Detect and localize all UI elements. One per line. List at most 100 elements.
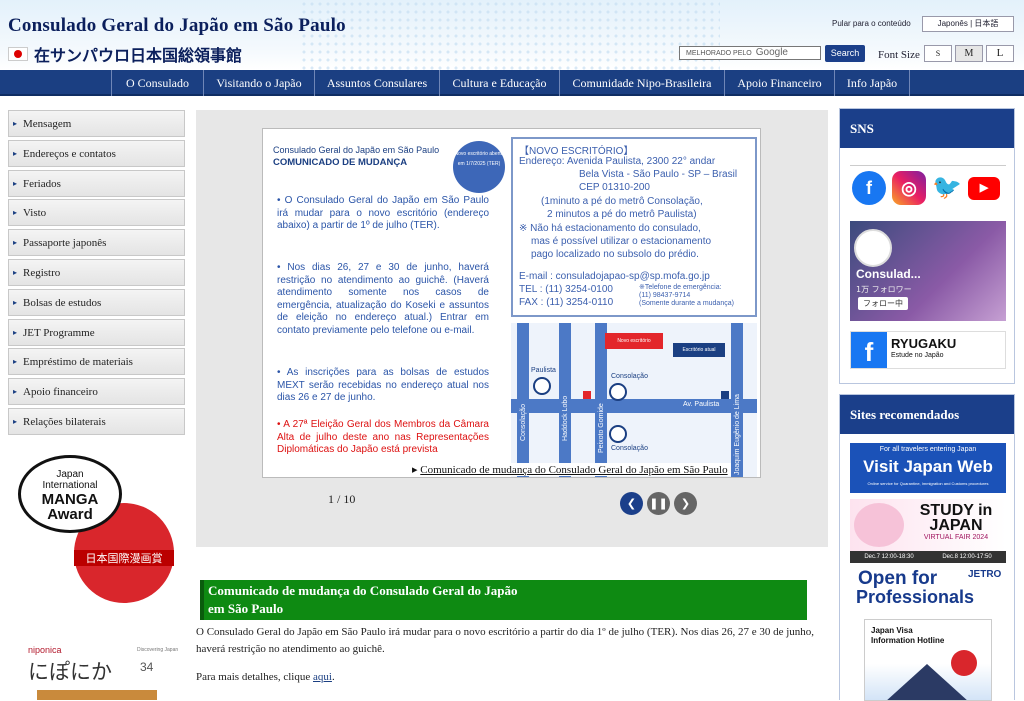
ryugaku-title: RYUGAKU <box>891 336 957 351</box>
map-avenue-label: Av. Paulista <box>683 401 720 408</box>
map-road-paulista <box>511 399 757 413</box>
font-size-medium-button[interactable]: M <box>955 45 983 62</box>
banner-text: VIRTUAL FAIR 2024 <box>923 534 989 541</box>
sidebar: Mensagem Endereços e contatos Feriados V… <box>8 110 185 438</box>
slide-paragraph-2: • Nos dias 26, 27 e 30 de junho, haverá … <box>277 262 489 336</box>
next-slide-button[interactable]: ❯ <box>674 492 697 515</box>
news-more-link[interactable]: aqui <box>313 671 332 683</box>
recommended-panel: Sites recomendados For all travelers ent… <box>839 394 1015 701</box>
slide-badge: Novo escritório aberto em 1/7/2025 (TER) <box>453 141 505 193</box>
banner-title: Open for <box>858 568 938 589</box>
search-button[interactable]: Search <box>825 45 865 62</box>
nav-info-japao[interactable]: Info Japão <box>834 70 910 96</box>
slide-pager: 1 / 10 <box>328 492 356 506</box>
jetro-banner[interactable]: Open for Professionals JETRO <box>850 567 1006 615</box>
pause-slide-button[interactable]: ❚❚ <box>647 492 670 515</box>
sidebar-item-registro[interactable]: Registro <box>8 258 185 286</box>
facebook-page-name: Consulad... <box>856 267 921 281</box>
nav-apoio-financeiro[interactable]: Apoio Financeiro <box>724 70 834 96</box>
niponica-logo-en[interactable]: niponica <box>28 645 62 655</box>
map-station-label: Paulista <box>531 367 556 374</box>
japan-visa-hotline-banner[interactable]: Japan Visa Information Hotline <box>864 619 992 701</box>
address-line: CEP 01310-200 <box>579 182 650 193</box>
sidebar-item-feriados[interactable]: Feriados <box>8 169 185 197</box>
map-station-label: Consolação <box>611 445 648 452</box>
ryugaku-facebook-banner[interactable]: f RYUGAKU Estude no Japão <box>850 331 1006 369</box>
visit-japan-web-banner[interactable]: For all travelers entering Japan Visit J… <box>850 443 1006 493</box>
address-line: Bela Vista - São Paulo - SP – Brasil <box>579 169 738 180</box>
site-title-jp[interactable]: 在サンパウロ日本国総領事館 <box>34 42 242 66</box>
main-nav: O Consulado Visitando o Japão Assuntos C… <box>0 70 1024 96</box>
slide-image[interactable]: Consulado Geral do Japão em São Paulo CO… <box>262 128 761 478</box>
sidebar-item-bolsas[interactable]: Bolsas de estudos <box>8 288 185 316</box>
niponica-thumbnail[interactable] <box>37 690 157 700</box>
emergency-line: ※Telefone de emergência: (11) 98437-9714(… <box>639 284 734 307</box>
slide-caption: ▸ Comunicado de mudança do Consulado Ger… <box>409 463 731 476</box>
slide-paragraph-1: • O Consulado Geral do Japão em São Paul… <box>277 195 489 231</box>
email-line: E-mail : consuladojapao-sp@sp.mofa.go.jp <box>519 271 710 282</box>
sns-panel: SNS f ◎ 🐦 ▶ Consulad... 1万 フォロワー フォロー中 f… <box>839 108 1015 384</box>
prev-slide-button[interactable]: ❮ <box>620 492 643 515</box>
news-title[interactable]: Comunicado de mudança do Consulado Geral… <box>200 580 807 620</box>
sidebar-item-mensagem[interactable]: Mensagem <box>8 110 185 137</box>
address-line: (1minuto a pé do metrô Consolação, <box>541 196 703 207</box>
nav-assuntos-consulares[interactable]: Assuntos Consulares <box>314 70 439 96</box>
recommended-panel-title: Sites recomendados <box>840 395 1014 434</box>
map-street-label: Joaquim Eugênio de Lima <box>734 394 741 475</box>
facebook-page-card[interactable]: Consulad... 1万 フォロワー フォロー中 <box>850 221 1006 321</box>
facebook-follow-button[interactable]: フォロー中 <box>858 297 908 310</box>
facebook-icon[interactable]: f <box>852 171 886 205</box>
new-office-box: 【NOVO ESCRITÓRIO】 Endereço: Avenida Paul… <box>511 137 757 317</box>
chevron-left-icon: ❮ <box>626 497 637 510</box>
sidebar-item-apoio-financeiro[interactable]: Apoio financeiro <box>8 378 185 406</box>
slideshow: Consulado Geral do Japão em São Paulo CO… <box>196 110 828 547</box>
address-line: mas é possível utilizar o estacionamento <box>531 236 712 247</box>
site-title[interactable]: Consulado Geral do Japão em São Paulo <box>8 15 346 37</box>
map-street-label: Consolação <box>520 404 527 441</box>
font-size-small-button[interactable]: S <box>924 45 952 62</box>
sidebar-item-relacoes[interactable]: Relações bilaterais <box>8 407 185 435</box>
manga-award-banner[interactable]: Japan International MANGA Award 日本国際漫画賞 <box>12 455 177 603</box>
language-switch-button[interactable]: Japonês | 日本語 <box>922 16 1014 32</box>
banner-date: Dec.7 12:00-18:30 <box>850 551 928 563</box>
sidebar-item-passaporte[interactable]: Passaporte japonês <box>8 229 185 257</box>
header-pattern <box>300 0 720 70</box>
sidebar-item-visto[interactable]: Visto <box>8 199 185 227</box>
sidebar-item-jet[interactable]: JET Programme <box>8 318 185 346</box>
sns-panel-title: SNS <box>840 109 1014 148</box>
study-in-japan-banner[interactable]: STUDY in JAPAN VIRTUAL FAIR 2024 Dec.7 1… <box>850 499 1006 563</box>
address-line: Endereço: Avenida Paulista, 2300 22° and… <box>519 156 716 167</box>
nav-cultura-e-educacao[interactable]: Cultura e Educação <box>439 70 559 96</box>
sidebar-item-enderecos[interactable]: Endereços e contatos <box>8 139 185 167</box>
banner-title: Professionals <box>856 587 975 607</box>
twitter-icon[interactable]: 🐦 <box>930 171 964 205</box>
current-office-marker-label: Escritório atual <box>673 343 725 357</box>
font-size-large-button[interactable]: L <box>986 45 1014 62</box>
slide-caption-link[interactable]: Comunicado de mudança do Consulado Geral… <box>420 464 727 476</box>
sun-shape <box>951 650 977 676</box>
location-map: Consolação Haddock Lobo Peixoto Gomide J… <box>511 323 757 477</box>
nav-visitando-o-japao[interactable]: Visitando o Japão <box>203 70 314 96</box>
youtube-icon[interactable]: ▶ <box>968 177 1000 200</box>
address-line: 2 minutos a pé do metrô Paulista) <box>547 209 697 220</box>
niponica-subtitle: Discovering Japan <box>137 647 179 653</box>
nav-comunidade-nipo-brasileira[interactable]: Comunidade Nipo-Brasileira <box>559 70 724 96</box>
slide-header: Consulado Geral do Japão em São Paulo <box>273 145 440 155</box>
news-more: Para mais detalhes, clique aqui. <box>196 671 335 683</box>
sidebar-item-emprestimo[interactable]: Empréstimo de materiais <box>8 348 185 376</box>
instagram-icon[interactable]: ◎ <box>892 171 926 205</box>
banner-title: STUDY in JAPAN <box>919 502 993 534</box>
jetro-logo: JETRO <box>968 569 1002 580</box>
address-line: pago localizado no subsolo do prédio. <box>531 249 699 260</box>
manga-award-title: MANGA Award <box>41 491 99 523</box>
skip-to-content-link[interactable]: Pular para o conteúdo <box>832 19 911 28</box>
address-line: ※ Não há estacionamento do consulado, <box>519 223 701 234</box>
search-input[interactable]: MELHORADO PELO Google <box>679 46 821 60</box>
pause-icon: ❚❚ <box>649 497 668 510</box>
nav-o-consulado[interactable]: O Consulado <box>111 70 203 96</box>
niponica-logo-jp[interactable]: にぽにか <box>28 656 112 686</box>
banner-text: Online service for Quarantine, Immigrati… <box>867 481 989 486</box>
map-road-consolacao <box>517 323 529 477</box>
site-header: Consulado Geral do Japão em São Paulo 在サ… <box>0 0 1024 70</box>
slide-paragraph-4: • A 27ª Eleição Geral dos Membros da Câm… <box>277 419 489 455</box>
